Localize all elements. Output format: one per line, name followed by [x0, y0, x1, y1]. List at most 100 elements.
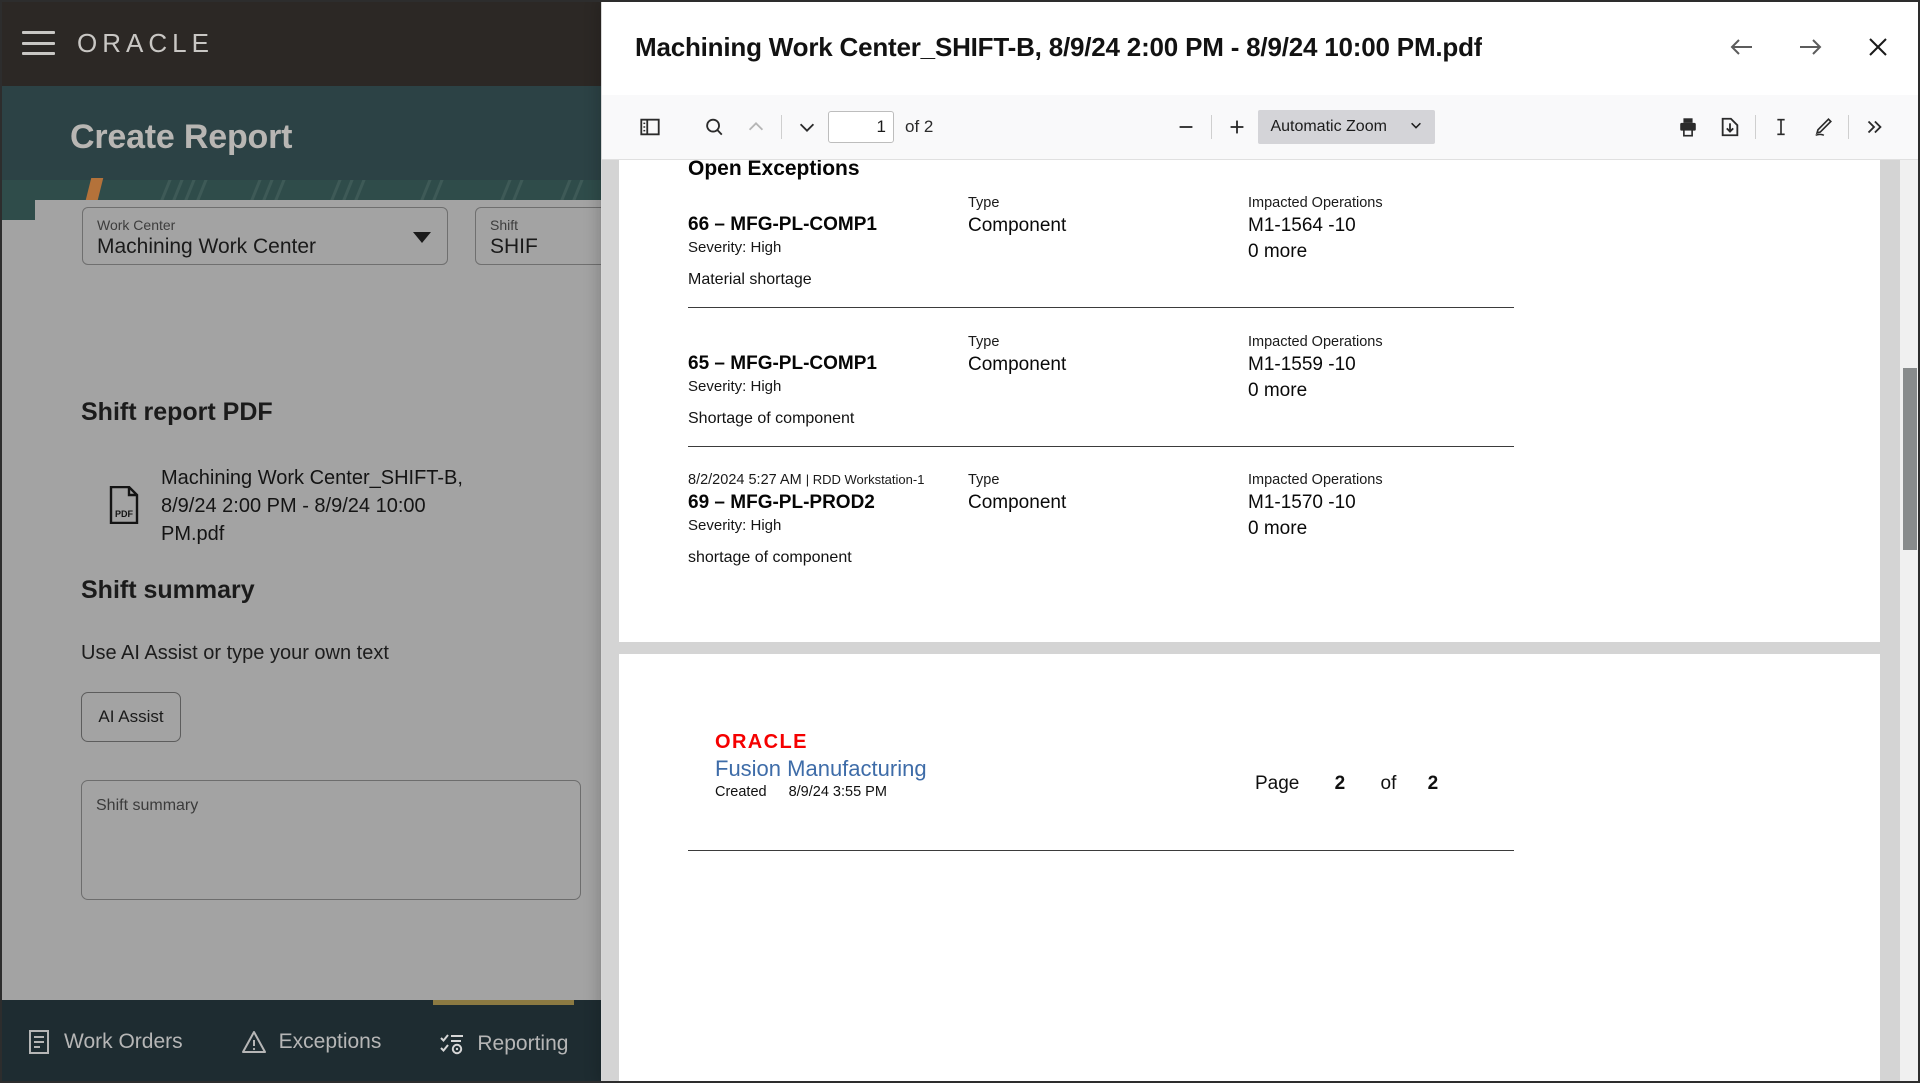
impacted-operations-label: Impacted Operations — [1248, 193, 1548, 213]
vertical-scrollbar[interactable] — [1900, 160, 1920, 1083]
shift-summary-hint: Use AI Assist or type your own text — [81, 642, 389, 665]
impacted-operations-value: M1-1570 -10 — [1248, 490, 1548, 516]
hamburger-icon[interactable] — [22, 31, 55, 55]
screen: ORACLE Create Report Work Center Machini… — [0, 0, 1920, 1083]
zoom-level-value: Automatic Zoom — [1270, 118, 1386, 136]
oracle-logo: ORACLE — [77, 28, 214, 59]
document-list-icon — [26, 1029, 52, 1055]
warning-triangle-icon — [241, 1029, 267, 1055]
footer-divider — [688, 850, 1514, 851]
exception-description: shortage of component — [688, 549, 1018, 567]
toolbar-right-group — [1667, 107, 1920, 147]
chevron-down-icon — [1409, 118, 1423, 137]
bottom-navigation: Work Orders Exceptions — [0, 1000, 601, 1083]
exception-severity: Severity: High — [688, 376, 1018, 398]
svg-text:PDF: PDF — [115, 509, 134, 519]
shift-label: Shift — [490, 217, 601, 233]
print-icon[interactable] — [1667, 107, 1709, 147]
type-label: Type — [968, 332, 1248, 352]
type-label: Type — [968, 470, 1248, 490]
sidebar-toggle-icon[interactable] — [629, 107, 671, 147]
work-center-select[interactable]: Work Center Machining Work Center — [82, 207, 448, 265]
plus-icon[interactable] — [1216, 107, 1258, 147]
created-value: 8/9/24 3:55 PM — [789, 784, 887, 800]
impacted-operations-label: Impacted Operations — [1248, 470, 1548, 490]
page-of-word: of — [1381, 773, 1397, 794]
close-icon[interactable] — [1857, 26, 1899, 68]
pdf-file-icon: PDF — [109, 486, 139, 524]
type-label: Type — [968, 193, 1248, 213]
nav-item-work-orders[interactable]: Work Orders — [20, 1000, 189, 1083]
shift-summary-textarea-label: Shift summary — [96, 797, 198, 815]
nav-item-exceptions[interactable]: Exceptions — [235, 1000, 388, 1083]
type-value: Component — [968, 490, 1248, 516]
impacted-operations-more: 0 more — [1248, 516, 1548, 542]
forward-button[interactable] — [1789, 26, 1831, 68]
open-exceptions-heading: Open Exceptions — [688, 160, 860, 181]
search-icon[interactable] — [693, 107, 735, 147]
nav-item-reporting[interactable]: Reporting — [433, 1000, 574, 1083]
nav-label-reporting: Reporting — [477, 1032, 568, 1056]
work-center-value: Machining Work Center — [97, 233, 433, 260]
impacted-operations-label: Impacted Operations — [1248, 332, 1548, 352]
nav-label-work-orders: Work Orders — [64, 1030, 183, 1054]
toolbar-divider — [1848, 115, 1849, 139]
double-chevron-right-icon[interactable] — [1853, 107, 1895, 147]
exception-severity: Severity: High — [688, 237, 1018, 259]
minus-icon[interactable] — [1165, 107, 1207, 147]
exception-source: | RDD Workstation-1 — [806, 472, 925, 487]
pdf-file-row[interactable]: PDF Machining Work Center_SHIFT-B, 8/9/2… — [109, 464, 489, 548]
page-count-label: of 2 — [905, 117, 933, 137]
row-divider — [688, 446, 1514, 447]
impacted-operations-more: 0 more — [1248, 378, 1548, 404]
viewer-title-bar: Machining Work Center_SHIFT-B, 8/9/24 2:… — [602, 0, 1920, 95]
work-center-label: Work Center — [97, 217, 433, 233]
create-report-panel: Work Center Machining Work Center Shift … — [35, 200, 601, 1013]
text-cursor-icon[interactable] — [1760, 107, 1802, 147]
pdf-page-2: ORACLE Fusion Manufacturing Created8/9/2… — [619, 654, 1880, 1083]
app-top-bar: ORACLE — [0, 0, 601, 86]
pdf-file-name: Machining Work Center_SHIFT-B, 8/9/24 2:… — [161, 464, 489, 548]
exception-timestamp-value: 8/2/2024 5:27 AM — [688, 472, 802, 488]
chevron-down-icon — [413, 232, 431, 243]
pen-draw-icon[interactable] — [1802, 107, 1844, 147]
page-current: 2 — [1335, 773, 1346, 794]
viewer-title: Machining Work Center_SHIFT-B, 8/9/24 2:… — [635, 32, 1482, 63]
page-title: Create Report — [70, 118, 292, 157]
pdf-page-1: Open Exceptions 66 – MFG-PL-COMP1 Severi… — [619, 160, 1880, 642]
exception-severity: Severity: High — [688, 515, 1018, 537]
page-word: Page — [1255, 773, 1299, 794]
impacted-operations-value: M1-1559 -10 — [1248, 352, 1548, 378]
chevron-up-icon[interactable] — [735, 107, 777, 147]
toolbar-divider — [1211, 115, 1212, 139]
shift-value: SHIF — [490, 233, 601, 260]
toolbar-zoom-group: Automatic Zoom — [1165, 107, 1434, 147]
exception-description: Shortage of component — [688, 410, 1018, 428]
page-number-input[interactable] — [828, 111, 894, 143]
scrollbar-thumb[interactable] — [1903, 368, 1917, 550]
created-info: Created8/9/24 3:55 PM — [715, 784, 927, 800]
shift-select[interactable]: Shift SHIF — [475, 207, 601, 265]
impacted-operations-more: 0 more — [1248, 239, 1548, 265]
pdf-viewer-window: Machining Work Center_SHIFT-B, 8/9/24 2:… — [601, 0, 1920, 1083]
ai-assist-button[interactable]: AI Assist — [81, 692, 181, 742]
back-button[interactable] — [1721, 26, 1763, 68]
toolbar-divider — [1755, 115, 1756, 139]
row-divider — [688, 307, 1514, 308]
page-total: 2 — [1428, 773, 1439, 794]
oracle-logo-text: ORACLE — [715, 731, 927, 754]
zoom-level-select[interactable]: Automatic Zoom — [1258, 110, 1434, 144]
nav-label-exceptions: Exceptions — [279, 1030, 382, 1054]
shift-summary-textarea[interactable]: Shift summary — [81, 780, 581, 900]
viewer-title-actions — [1721, 26, 1899, 68]
product-name: Fusion Manufacturing — [715, 754, 927, 784]
download-icon[interactable] — [1709, 107, 1751, 147]
exception-description: Material shortage — [688, 271, 1018, 289]
type-value: Component — [968, 213, 1248, 239]
background-application: ORACLE Create Report Work Center Machini… — [0, 0, 601, 1083]
chevron-down-icon[interactable] — [786, 107, 828, 147]
toolbar-left-group: of 2 — [602, 107, 933, 147]
type-value: Component — [968, 352, 1248, 378]
checklist-gear-icon — [439, 1031, 465, 1057]
pdf-content-area[interactable]: Open Exceptions 66 – MFG-PL-COMP1 Severi… — [602, 160, 1920, 1083]
